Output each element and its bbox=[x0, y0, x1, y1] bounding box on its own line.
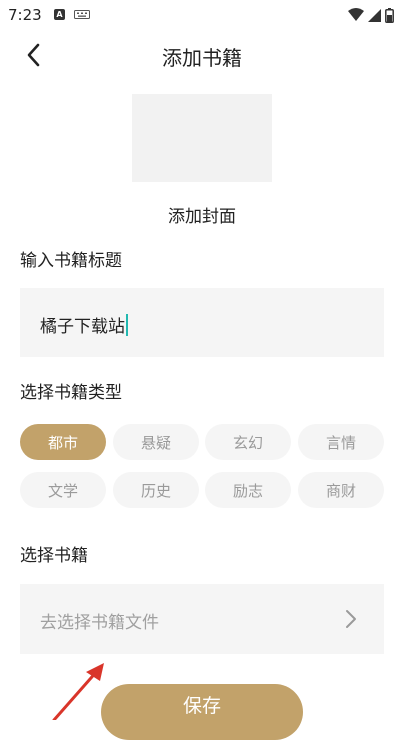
select-book-file-button[interactable]: 去选择书籍文件 bbox=[20, 584, 384, 654]
tag-yanqing[interactable]: 言情 bbox=[298, 424, 384, 460]
chevron-right-icon bbox=[346, 610, 356, 628]
tag-wenxue[interactable]: 文学 bbox=[20, 472, 106, 508]
status-icons bbox=[348, 7, 394, 23]
book-title-value: 橘子下载站 bbox=[40, 312, 128, 338]
wifi-icon bbox=[348, 8, 364, 21]
signal-icon bbox=[368, 9, 381, 22]
cover-placeholder[interactable] bbox=[132, 94, 272, 182]
add-cover-label[interactable]: 添加封面 bbox=[0, 202, 404, 227]
text-caret bbox=[126, 314, 128, 336]
tag-dushi[interactable]: 都市 bbox=[20, 424, 106, 460]
tag-shangcai[interactable]: 商财 bbox=[298, 472, 384, 508]
file-select-placeholder: 去选择书籍文件 bbox=[40, 613, 159, 633]
page-title: 添加书籍 bbox=[162, 46, 242, 70]
tag-xuanhuan[interactable]: 玄幻 bbox=[205, 424, 291, 460]
title-section-label: 输入书籍标题 bbox=[20, 251, 122, 271]
type-section-label: 选择书籍类型 bbox=[20, 383, 122, 403]
tag-lizhi[interactable]: 励志 bbox=[205, 472, 291, 508]
book-title-input[interactable]: 橘子下载站 bbox=[20, 288, 384, 357]
notification-a-icon: A bbox=[54, 9, 65, 20]
status-time: 7:23 bbox=[8, 6, 42, 24]
save-button[interactable]: 保存 bbox=[101, 684, 303, 740]
save-button-label: 保存 bbox=[182, 694, 221, 717]
status-bar: 7:23 A bbox=[0, 0, 404, 30]
tag-lishi[interactable]: 历史 bbox=[113, 472, 199, 508]
tag-xuanyi[interactable]: 悬疑 bbox=[113, 424, 199, 460]
keyboard-icon bbox=[74, 10, 90, 19]
battery-icon bbox=[385, 7, 394, 23]
file-section-label: 选择书籍 bbox=[20, 546, 88, 566]
